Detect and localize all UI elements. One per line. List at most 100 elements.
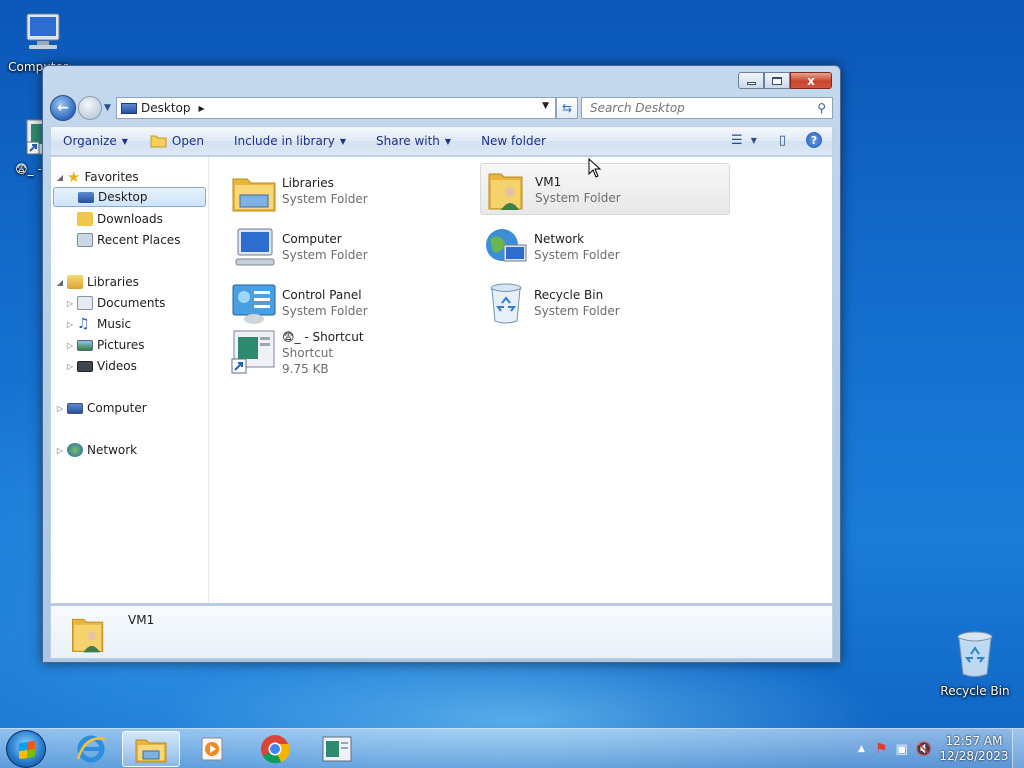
taskbar-media-player[interactable] [184,731,242,767]
volume-muted-icon[interactable]: 🔇 [916,742,932,757]
search-input[interactable] [590,101,790,115]
open-button[interactable]: Open [150,134,204,148]
desktop-recycle-bin-label: Recycle Bin [940,684,1010,698]
item-recycle-bin[interactable]: Recycle Bin System Folder [480,277,730,329]
show-desktop-button[interactable] [1012,729,1024,768]
refresh-icon: ⇆ [561,101,573,115]
clock[interactable]: 12:57 AM 12/28/2023 [936,734,1012,764]
expand-icon[interactable]: ▷ [65,299,75,308]
action-center-flag-icon[interactable]: ⚑ [875,741,888,757]
clock-date: 12/28/2023 [939,749,1009,763]
item-type: System Folder [534,304,620,318]
share-with-button[interactable]: Share with ▼ [376,134,451,148]
address-dropdown-icon[interactable]: ▼ [542,101,549,111]
expand-icon[interactable]: ▷ [65,362,75,371]
recycle-bin-icon [957,631,993,677]
command-bar: Organize ▼ Open Include in library ▼ Share… [50,126,833,156]
taskbar: ▲ ⚑ ▣ 🔇 12:57 AM 12/28/2023 [0,728,1024,768]
breadcrumb-desktop[interactable]: Desktop [141,101,191,115]
start-button[interactable] [6,730,46,768]
item-name: Libraries [282,176,334,190]
help-icon[interactable]: ? [806,132,822,148]
pictures-icon [77,339,93,351]
taskbar-internet-explorer[interactable] [62,731,120,767]
desktop-icon [78,191,94,203]
include-label: Include in library [233,134,335,148]
music-icon: ♫ [77,316,90,332]
nav-computer-label: Computer [87,401,147,415]
nav-desktop[interactable]: Desktop [53,187,206,207]
organize-button[interactable]: Organize ▼ [63,134,128,148]
system-tray: ▲ ⚑ ▣ 🔇 12:57 AM 12/28/2023 [858,729,1024,768]
arrow-left-icon: ← [57,100,69,116]
address-bar[interactable]: Desktop ▶ ▼ [116,97,556,119]
taskbar-windows-explorer[interactable] [122,731,180,767]
expand-icon[interactable]: ▷ [55,446,65,455]
downloads-icon [77,212,93,226]
nav-favorites[interactable]: ◢ ★ Favorites [51,167,208,187]
expand-icon[interactable]: ▷ [65,320,75,329]
search-icon[interactable]: ⚲ [817,101,826,115]
user-folder-icon [72,618,104,653]
nav-recent-label: Recent Places [97,233,181,247]
forward-button[interactable] [78,96,102,120]
minimize-icon [746,81,756,85]
star-icon: ★ [67,168,81,186]
libraries-icon [232,178,276,212]
item-type: System Folder [534,248,620,262]
collapse-icon[interactable]: ◢ [55,173,65,182]
chrome-icon [261,735,290,764]
minimize-button[interactable] [738,72,764,89]
nav-recent-places[interactable]: Recent Places [51,230,208,250]
chevron-down-icon: ▼ [121,136,128,146]
nav-libraries[interactable]: ◢ Libraries [51,272,208,292]
close-button[interactable]: x [790,72,832,89]
collapse-icon[interactable]: ◢ [55,278,65,287]
network-status-icon[interactable]: ▣ [896,742,908,757]
network-icon [67,443,83,457]
clock-time: 12:57 AM [945,734,1003,748]
desktop-recycle-bin-icon[interactable]: Recycle Bin [937,628,1013,698]
item-type: System Folder [282,248,368,262]
recycle-bin-icon [490,283,522,324]
expand-icon[interactable]: ▷ [55,404,65,413]
new-folder-button[interactable]: New folder [481,134,546,148]
show-hidden-icons-icon[interactable]: ▲ [858,744,865,754]
file-list[interactable]: Libraries System Folder VM1 System Folder [210,157,832,603]
shortcut-icon [231,330,275,374]
include-in-library-button[interactable]: Include in library ▼ [234,134,346,148]
maximize-button[interactable] [764,72,790,89]
nav-downloads[interactable]: Downloads [51,209,208,229]
navigation-pane[interactable]: ◢ ★ Favorites Desktop Downloads Recent P… [51,157,209,603]
expand-icon[interactable]: ▷ [65,341,75,350]
item-vm1[interactable]: VM1 System Folder [480,163,730,215]
nav-network[interactable]: ▷ Network [51,440,208,460]
item-name: 😨_ - Shortcut [282,330,364,344]
documents-icon [77,296,93,310]
nav-videos[interactable]: ▷ Videos [51,356,208,376]
item-libraries[interactable]: Libraries System Folder [228,165,478,217]
nav-music[interactable]: ▷ ♫ Music [51,314,208,334]
taskbar-shortcut-app[interactable] [308,731,366,767]
breadcrumb-arrow-icon[interactable]: ▶ [199,104,205,113]
nav-documents[interactable]: ▷ Documents [51,293,208,313]
item-shortcut[interactable]: 😨_ - Shortcut Shortcut 9.75 KB [228,325,478,393]
view-options-icon[interactable]: ☰ [731,133,743,148]
item-name: VM1 [535,175,562,189]
search-box[interactable]: ⚲ [581,97,833,119]
nav-music-label: Music [97,317,132,331]
nav-computer[interactable]: ▷ Computer [51,398,208,418]
item-control-panel[interactable]: Control Panel System Folder [228,277,478,329]
taskbar-chrome[interactable] [246,731,304,767]
item-network[interactable]: Network System Folder [480,221,730,273]
view-dropdown-icon[interactable]: ▼ [751,136,757,145]
preview-pane-icon[interactable]: ▯ [779,133,786,148]
back-button[interactable]: ← [50,95,76,121]
share-label: Share with [376,134,440,148]
recent-pages-dropdown[interactable]: ▼ [104,103,114,113]
item-size: 9.75 KB [282,362,329,376]
nav-pictures[interactable]: ▷ Pictures [51,335,208,355]
content-area: ◢ ★ Favorites Desktop Downloads Recent P… [50,156,833,604]
refresh-button[interactable]: ⇆ [556,97,578,119]
item-computer[interactable]: Computer System Folder [228,221,478,273]
